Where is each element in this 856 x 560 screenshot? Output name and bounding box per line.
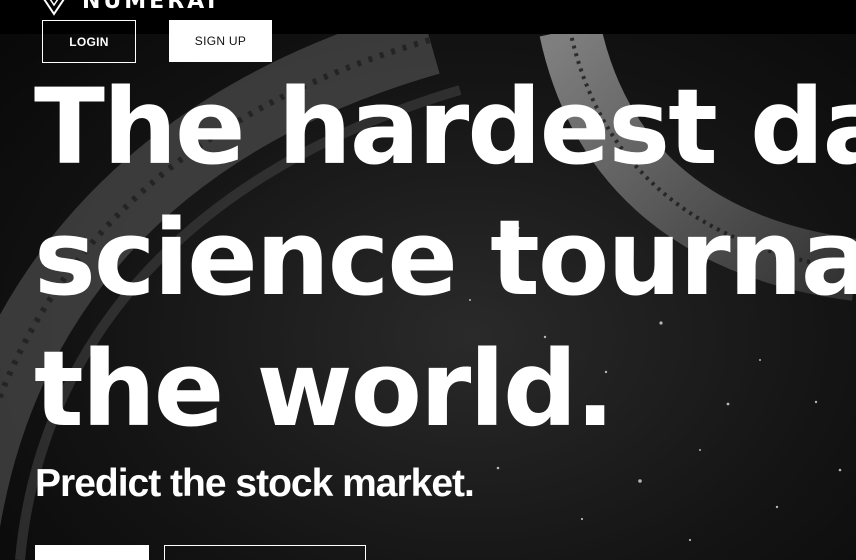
headline-line-1: The hardest data — [34, 66, 856, 188]
logo[interactable]: NUMERAI — [36, 0, 218, 16]
headline-line-3: the world. — [34, 328, 615, 450]
signup-button[interactable]: SIGN UP — [169, 20, 272, 62]
secondary-cta-button[interactable] — [164, 545, 366, 560]
login-button[interactable]: LOGIN — [42, 20, 136, 63]
landing-page: NUMERAI LOGIN SIGN UP The hardest data s… — [0, 0, 856, 560]
numerai-logo-icon — [43, 0, 65, 16]
hero-headline: The hardest data science tournament the … — [34, 62, 856, 455]
logo-text: NUMERAI — [82, 0, 219, 14]
hero-subheadline: Predict the stock market. — [35, 462, 475, 505]
primary-cta-button[interactable] — [35, 545, 149, 560]
headline-line-2: science tournament — [34, 197, 856, 319]
